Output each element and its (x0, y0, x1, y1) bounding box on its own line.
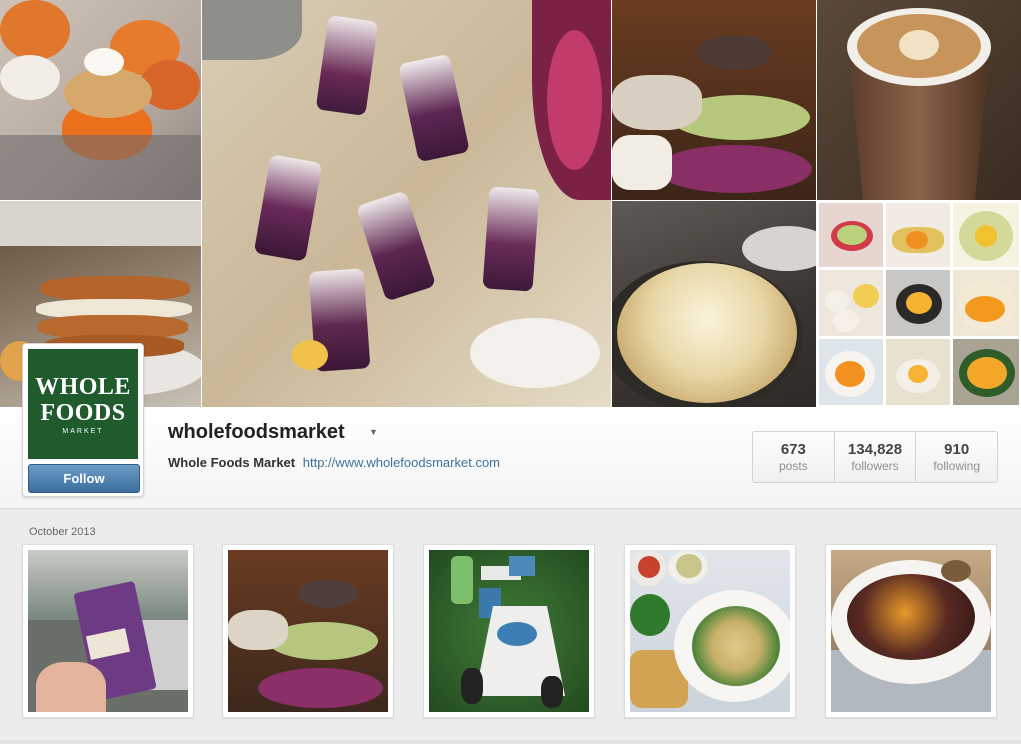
feed-photo-farm-to-finish-bag[interactable] (423, 544, 595, 718)
mosaic-photo-macaron-tower[interactable] (612, 0, 816, 200)
photo-thumb (630, 550, 790, 712)
stat-following[interactable]: 910 following (916, 432, 997, 482)
feed-photo-chocolate-bar[interactable] (22, 544, 194, 718)
feed-photo-bean-squash-bowl[interactable] (825, 544, 997, 718)
stat-followers-value: 134,828 (847, 441, 903, 458)
stat-followers-label: followers (851, 459, 899, 473)
mosaic-photo-egg-collage[interactable] (817, 201, 1021, 407)
mosaic-photo-coffee-cup[interactable] (817, 0, 1021, 200)
profile-website-link[interactable]: http://www.wholefoodsmarket.com (303, 455, 500, 470)
stat-followers[interactable]: 134,828 followers (835, 432, 917, 482)
profile-username: wholefoodsmarket (168, 421, 345, 443)
stat-posts-label: posts (778, 459, 808, 473)
mosaic-photo-berry-popsicles[interactable] (202, 0, 611, 407)
photo-thumb (28, 550, 188, 712)
photo-thumb (831, 550, 991, 712)
profile-stats: 673 posts 134,828 followers 910 followin… (752, 431, 998, 483)
profile-avatar-card: WHOLE FOODS MARKET Follow (22, 343, 144, 497)
whole-foods-logo[interactable]: WHOLE FOODS MARKET (28, 349, 138, 459)
feed-month-label: October 2013 (29, 526, 96, 538)
stat-posts[interactable]: 673 posts (753, 432, 835, 482)
mosaic-photo-popcorn-bowl[interactable] (612, 201, 816, 407)
feed-photo-macaron-display[interactable] (222, 544, 394, 718)
stat-following-value: 910 (944, 441, 970, 458)
caret-down-icon[interactable]: ▼ (369, 427, 378, 437)
page-bottom-divider (0, 740, 1021, 744)
photo-mosaic (0, 0, 1021, 407)
logo-text-foods: FOODS (40, 399, 126, 426)
stat-following-label: following (933, 459, 981, 473)
profile-full-name: Whole Foods Market (168, 455, 296, 470)
feed-photo-pasta-salad[interactable] (624, 544, 796, 718)
mosaic-photo-pumpkin-dessert[interactable] (0, 0, 201, 200)
photo-thumb (429, 550, 589, 712)
logo-text-whole: WHOLE (35, 373, 131, 400)
photo-thumb (228, 550, 388, 712)
follow-button[interactable]: Follow (28, 464, 140, 493)
logo-text-market: MARKET (62, 427, 104, 435)
profile-bio: Whole Foods Market http://www.wholefoods… (168, 455, 500, 470)
stat-posts-value: 673 (780, 441, 806, 458)
